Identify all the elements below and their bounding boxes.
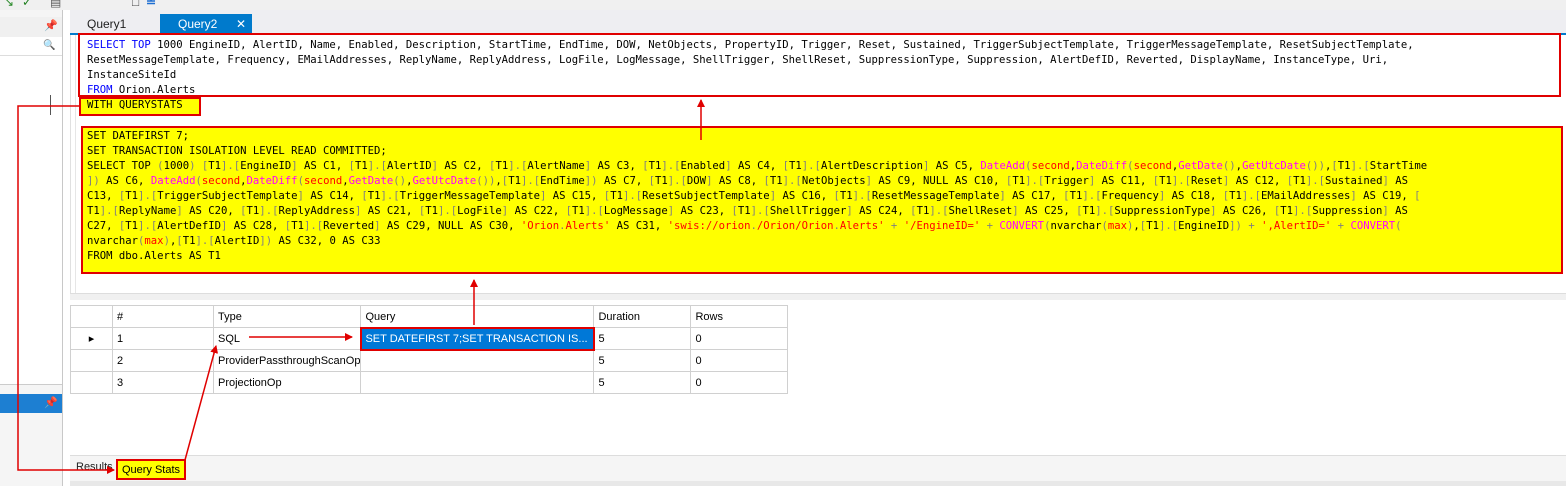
annotation-arrows [17,99,705,474]
arrow-with-to-stats-tab [17,105,115,474]
arrow-stats-to-sql [184,345,219,461]
